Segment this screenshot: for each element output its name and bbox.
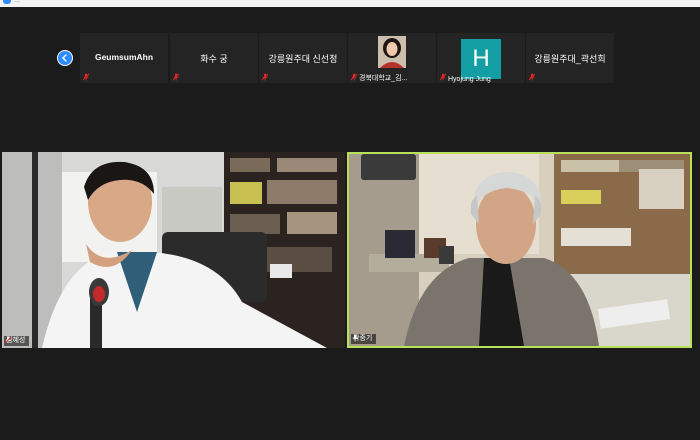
participant-tile[interactable]: H Hyojung Jung [437, 33, 525, 83]
video-name-tag: 김혜성 [4, 336, 30, 346]
participant-name: 강릉원주대 신선정 [268, 54, 338, 64]
mic-off-icon [528, 73, 536, 81]
participant-tile[interactable]: 강릉원주대_곽선희 [526, 33, 614, 83]
video-feed-right-active[interactable]: 곽중기 [347, 152, 692, 348]
participant-label: Hyojung Jung [448, 76, 491, 83]
participant-strip: GeumsumAhn 화수 궁 강릉원주대 신선정 경북대학교_김... H H… [0, 30, 700, 86]
window-title: ... [14, 0, 20, 4]
chevron-left-icon [62, 54, 67, 62]
participant-name: GeumsumAhn [94, 52, 154, 62]
video-feed-left[interactable]: 김혜성 [2, 152, 345, 348]
app-icon [3, 0, 11, 4]
mic-off-icon [261, 73, 269, 81]
video-name-tag: 곽중기 [351, 334, 377, 344]
avatar [378, 36, 406, 68]
participant-tile[interactable]: 경북대학교_김... [348, 33, 436, 83]
mic-off-icon [439, 73, 447, 81]
mic-off-icon [172, 73, 180, 81]
mic-off-icon [4, 336, 12, 344]
avatar: H [461, 39, 501, 79]
previous-page-button[interactable] [57, 50, 73, 66]
top-system-bar: ... [0, 0, 700, 7]
mic-off-icon [82, 73, 90, 81]
participant-tile[interactable]: 화수 궁 [170, 33, 258, 83]
mic-off-icon [350, 73, 358, 81]
participant-name: 강릉원주대_곽선희 [534, 54, 606, 64]
participant-label: 경북대학교_김... [359, 75, 408, 82]
participant-name: 화수 궁 [200, 54, 228, 64]
video-image [2, 152, 345, 348]
participant-tile[interactable]: 강릉원주대 신선정 [259, 33, 347, 83]
mic-icon [352, 334, 358, 342]
video-image [349, 154, 690, 346]
participant-tile[interactable]: GeumsumAhn [80, 33, 168, 83]
